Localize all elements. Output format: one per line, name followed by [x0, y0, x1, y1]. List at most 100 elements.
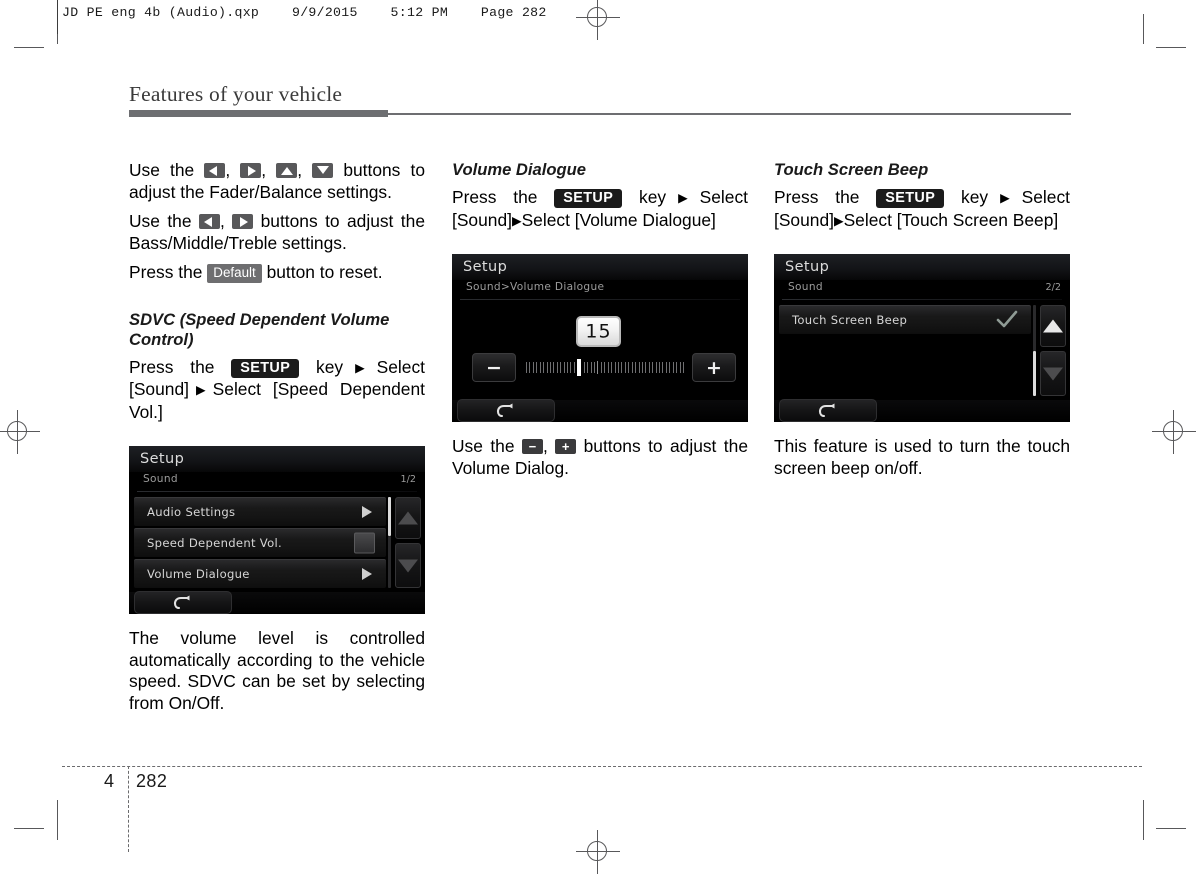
slider-tick [641, 362, 643, 373]
vd-path-4: Select [Volume Dialogue] [521, 209, 716, 230]
slider-tick [652, 362, 654, 373]
slider-tick [624, 362, 626, 373]
scrollbar-track[interactable] [1033, 305, 1036, 351]
volume-dialogue-section-heading: Volume Dialogue [452, 160, 586, 179]
volume-value-box: 15 [576, 316, 621, 347]
back-arrow-icon [818, 403, 835, 417]
scrollbar-thumb[interactable] [1033, 351, 1036, 396]
default-text-1: Press the [129, 262, 208, 282]
list-item-touch-screen-beep[interactable]: Touch Screen Beep [779, 305, 1031, 334]
slider-tick [607, 362, 609, 373]
back-button[interactable] [457, 399, 555, 422]
down-arrow-icon [312, 163, 334, 178]
vd-path-2: key [622, 187, 667, 207]
job-header-rule [57, 0, 58, 34]
volume-increase-button[interactable]: + [692, 353, 736, 382]
page-title: Features of your vehicle [129, 82, 343, 106]
sdvc-setup-screen: Setup Sound 1/2 Audio Settings Speed Dep… [129, 446, 425, 614]
slider-tick [563, 362, 565, 373]
slider-tick [638, 362, 640, 373]
registration-mark-top [576, 0, 620, 40]
list-item-volume-dialogue[interactable]: Volume Dialogue [134, 559, 386, 588]
slider-tick [556, 362, 558, 373]
list-item-label: Speed Dependent Vol. [147, 536, 283, 550]
path-arrow-icon: ▶ [343, 360, 377, 375]
plus-button-icon: + [555, 439, 577, 454]
screen-page-indicator: 1/2 [400, 474, 416, 485]
plus-icon: + [706, 356, 722, 379]
chevron-right-icon [362, 568, 372, 580]
screen-subtitle-rule [137, 491, 417, 492]
right-arrow-icon [232, 214, 254, 229]
chapter-number: 4 [104, 771, 115, 791]
slider-tick [648, 362, 650, 373]
sdvc-section-heading: SDVC (Speed Dependent Volume Control) [129, 309, 390, 349]
slider-tick [539, 362, 541, 373]
checkmark-icon[interactable] [995, 309, 1019, 331]
scroll-down-button[interactable] [1040, 351, 1066, 396]
minus-button-icon: − [521, 439, 543, 454]
slider-tick [573, 362, 575, 373]
list-item-label: Audio Settings [147, 505, 236, 519]
sdvc-path-paragraph: Press the SETUP key▶Select [Sound]▶Selec… [129, 357, 425, 424]
slider-tick [659, 362, 661, 373]
path-arrow-icon: ▶ [988, 191, 1022, 205]
crop-mark-left-h [14, 47, 44, 48]
scroll-up-button[interactable] [1040, 305, 1066, 347]
chevron-right-icon [362, 506, 372, 518]
default-text-2: button to reset. [261, 262, 383, 282]
sdvc-caption: The volume level is controlled automatic… [129, 628, 425, 713]
bass-text-1: Use the [129, 211, 199, 231]
back-button[interactable] [779, 399, 877, 422]
list-item-audio-settings[interactable]: Audio Settings [134, 497, 386, 526]
volume-slider[interactable] [526, 353, 684, 382]
scroll-down-button[interactable] [395, 543, 421, 588]
slider-tick [546, 362, 548, 373]
footer-rule [62, 766, 1142, 767]
bass-sep-1: , [219, 211, 233, 231]
column-one: Use the , , , buttons to adjust the Fade… [129, 160, 425, 714]
up-arrow-icon [276, 163, 298, 178]
path-arrow-icon: ▶ [833, 213, 844, 228]
slider-thumb [577, 359, 582, 376]
crop-mark-top-right-v [1143, 14, 1144, 44]
slider-tick [604, 362, 606, 373]
slider-tick [526, 362, 527, 373]
registration-mark-left [0, 410, 40, 454]
slider-tick [617, 362, 619, 373]
slider-tick [567, 362, 569, 373]
scrollbar-thumb[interactable] [388, 497, 391, 536]
volume-decrease-button[interactable]: − [472, 353, 516, 382]
registration-mark-bottom [576, 830, 620, 874]
volume-dialogue-screen: Setup Sound>Volume Dialogue 15 − + [452, 254, 748, 422]
slider-midpoint-tick [597, 361, 599, 374]
volume-value: 15 [585, 320, 612, 343]
page-number: 282 [136, 771, 168, 791]
slider-tick [560, 362, 562, 373]
screen-title: Setup [785, 259, 830, 275]
slider-tick [621, 362, 623, 373]
footer-divider [128, 766, 129, 852]
slider-tick [529, 362, 531, 373]
left-arrow-icon [204, 163, 226, 178]
list-item-label: Touch Screen Beep [792, 313, 908, 327]
tsb-path-1: Press the [774, 187, 877, 207]
back-button[interactable] [134, 591, 232, 614]
right-arrow-icon [240, 163, 262, 178]
screen-subtitle-rule [460, 299, 740, 300]
list-item-speed-dependent-vol[interactable]: Speed Dependent Vol. [134, 528, 386, 557]
slider-tick [669, 362, 671, 373]
scroll-up-button[interactable] [395, 497, 421, 539]
setup-key-chip: SETUP [876, 189, 945, 208]
vd-path-1: Press the [452, 187, 555, 207]
scrollbar-track[interactable] [388, 536, 391, 588]
volume-dialogue-caption: Use the −, + buttons to adjust the Volum… [452, 436, 748, 479]
slider-tick [611, 362, 613, 373]
manual-page: JD PE eng 4b (Audio).qxp 9/9/2015 5:12 P… [0, 0, 1200, 875]
bass-treble-paragraph: Use the , buttons to adjust the Bass/Mid… [129, 211, 425, 254]
checkbox-unchecked-icon[interactable] [354, 532, 375, 554]
touch-screen-beep-path-paragraph: Press the SETUP key▶Select [Sound]▶Selec… [774, 187, 1070, 232]
fader-text-1: Use the [129, 160, 205, 180]
volume-dialogue-path-paragraph: Press the SETUP key▶Select [Sound]▶Selec… [452, 187, 748, 232]
slider-tick [676, 362, 678, 373]
